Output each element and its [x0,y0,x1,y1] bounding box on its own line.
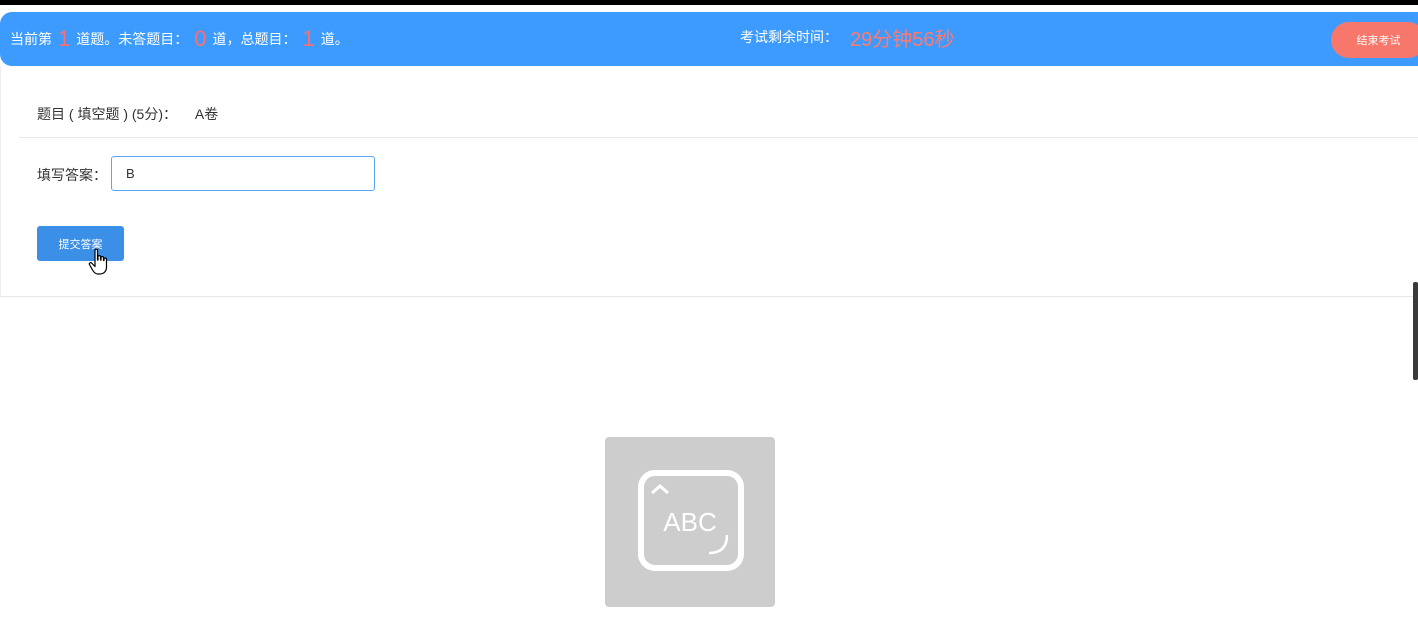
exam-status: 当前第 1 道题。未答题目： 0 道，总题目： 1 道。 [10,12,349,66]
question-title: 题目 ( 填空题 ) (5分)： [37,106,177,122]
image-placeholder: ABC [605,437,775,607]
hand-cursor-icon [88,248,108,275]
current-question-prefix: 当前第 [10,31,52,47]
question-panel: 题目 ( 填空题 ) (5分)： A卷 填写答案： 提交答案 [0,66,1418,297]
end-exam-button[interactable]: 结束考试 [1331,22,1418,58]
exam-timer: 考试剩余时间： 29分钟56秒 [740,12,955,62]
page-scrollbar[interactable] [1413,282,1418,380]
question-heading: 题目 ( 填空题 ) (5分)： A卷 [37,104,218,124]
answer-label: 填写答案： [37,167,107,183]
exam-header: 当前第 1 道题。未答题目： 0 道，总题目： 1 道。 考试剩余时间： 29分… [0,12,1418,66]
timer-label: 考试剩余时间： [740,29,838,45]
total-prefix: 道，总题目： [212,31,297,47]
current-question-number: 1 [58,26,71,51]
total-count: 1 [302,26,315,51]
window-top-edge [0,0,1418,5]
unanswered-prefix: 道题。未答题目： [76,31,189,47]
timer-value: 29分钟56秒 [850,28,955,51]
question-content: A卷 [194,106,219,122]
total-suffix: 道。 [320,31,349,47]
unanswered-count: 0 [194,26,207,51]
divider [19,137,1418,138]
placeholder-text: ABC [663,507,716,537]
answer-input[interactable] [111,156,375,191]
keyboard-abc-icon: ABC [638,470,744,571]
